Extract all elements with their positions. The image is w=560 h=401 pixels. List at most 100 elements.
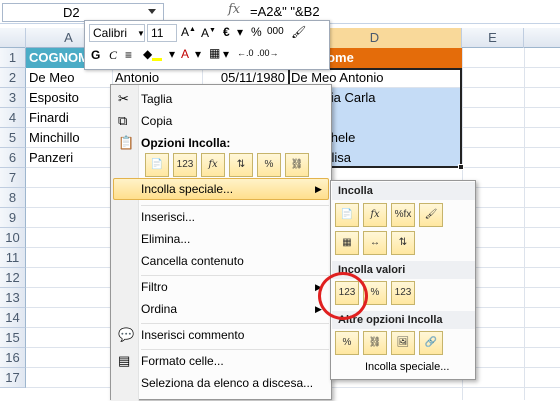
- increase-decimal-icon[interactable]: ←.0: [237, 48, 254, 58]
- row-header[interactable]: 6: [0, 148, 26, 168]
- menu-item-format-cells[interactable]: Formato celle...: [141, 351, 224, 371]
- font-color-dropdown-icon[interactable]: ▾: [195, 47, 201, 61]
- paste-link-icon[interactable]: ⛓: [285, 153, 309, 177]
- bold-button[interactable]: G: [91, 48, 100, 62]
- cell-a[interactable]: [26, 168, 112, 188]
- row-header[interactable]: 2: [0, 68, 26, 88]
- no-borders-icon[interactable]: ▦: [335, 231, 359, 255]
- chevron-down-icon[interactable]: ▼: [137, 29, 145, 38]
- row-header[interactable]: 16: [0, 348, 26, 368]
- paste-icon[interactable]: 📄: [335, 203, 359, 227]
- formula-input[interactable]: =A2&" "&B2: [250, 4, 320, 19]
- decrease-decimal-icon[interactable]: .00→: [257, 48, 279, 58]
- fx-icon[interactable]: fx: [228, 2, 246, 22]
- row-header[interactable]: 15: [0, 328, 26, 348]
- menu-item-copy[interactable]: Copia: [141, 111, 172, 131]
- row-header[interactable]: 9: [0, 208, 26, 228]
- select-all-corner[interactable]: [0, 28, 26, 48]
- menu-item-delete[interactable]: Elimina...: [141, 229, 190, 249]
- menu-item-filter[interactable]: Filtro: [141, 277, 168, 297]
- cell-a[interactable]: [26, 308, 112, 328]
- cell-e[interactable]: [462, 48, 524, 68]
- row-header[interactable]: 10: [0, 228, 26, 248]
- cell-a[interactable]: [26, 348, 112, 368]
- menu-item-clear[interactable]: Cancella contenuto: [141, 251, 244, 271]
- cell-e[interactable]: [462, 128, 524, 148]
- grow-font-icon[interactable]: A▲: [181, 25, 196, 39]
- column-header-f[interactable]: [524, 28, 560, 48]
- menu-item-insert-comment[interactable]: Inserisci commento: [141, 325, 244, 345]
- submenu-item-paste-special[interactable]: Incolla speciale...: [365, 357, 449, 377]
- borders-dropdown-icon[interactable]: ▾: [223, 47, 229, 61]
- row-header[interactable]: 3: [0, 88, 26, 108]
- paste-icon[interactable]: 📄: [145, 153, 169, 177]
- paste-values-icon[interactable]: 123: [173, 153, 197, 177]
- percent-button[interactable]: %: [251, 25, 262, 39]
- cell-a[interactable]: [26, 368, 112, 388]
- column-header-e[interactable]: E: [462, 28, 524, 48]
- menu-item-pick-list[interactable]: Seleziona da elenco a discesa...: [141, 373, 313, 393]
- borders-icon[interactable]: ▦: [209, 46, 220, 60]
- cell-a[interactable]: [26, 188, 112, 208]
- cell-a[interactable]: Panzeri: [26, 148, 112, 168]
- row-header[interactable]: 17: [0, 368, 26, 388]
- clipboard-icon: 📋: [118, 135, 135, 150]
- cell-a[interactable]: Minchillo: [26, 128, 112, 148]
- cell-a[interactable]: Esposito: [26, 88, 112, 108]
- row-header[interactable]: 13: [0, 288, 26, 308]
- align-center-icon[interactable]: ≡: [125, 48, 132, 62]
- paste-transpose-icon[interactable]: ⇅: [229, 153, 253, 177]
- menu-item-sort[interactable]: Ordina: [141, 299, 177, 319]
- font-color-icon[interactable]: A: [181, 47, 189, 61]
- cell-a[interactable]: [26, 208, 112, 228]
- currency-icon[interactable]: €: [223, 25, 230, 39]
- cell-e[interactable]: [462, 108, 524, 128]
- cell-a[interactable]: [26, 268, 112, 288]
- formulas-number-format-icon[interactable]: %fx: [391, 203, 415, 227]
- row-header[interactable]: 14: [0, 308, 26, 328]
- submenu-header-paste: Incolla: [332, 182, 475, 200]
- row-header[interactable]: 4: [0, 108, 26, 128]
- cell-a[interactable]: De Meo: [26, 68, 112, 88]
- font-size-select[interactable]: 11: [147, 24, 177, 42]
- fill-handle[interactable]: [458, 164, 464, 170]
- row-header[interactable]: 8: [0, 188, 26, 208]
- cell-a[interactable]: [26, 328, 112, 348]
- row-header[interactable]: 12: [0, 268, 26, 288]
- linked-picture-icon[interactable]: 🔗: [419, 331, 443, 355]
- cell-e[interactable]: [462, 68, 524, 88]
- formatting-icon[interactable]: %: [335, 331, 359, 355]
- shrink-font-icon[interactable]: A▼: [201, 26, 216, 40]
- cell-a[interactable]: Finardi: [26, 108, 112, 128]
- cell-a[interactable]: [26, 228, 112, 248]
- annotation-circle: [318, 272, 368, 320]
- italic-button[interactable]: C: [109, 48, 117, 63]
- cell-a[interactable]: [26, 248, 112, 268]
- fill-dropdown-icon[interactable]: ▾: [169, 47, 175, 61]
- row-header[interactable]: 11: [0, 248, 26, 268]
- keep-source-formatting-icon[interactable]: 🖌: [419, 203, 443, 227]
- paste-formatting-icon[interactable]: %: [257, 153, 281, 177]
- comment-icon: 💬: [118, 327, 135, 342]
- thousands-button[interactable]: 000: [267, 26, 284, 37]
- row-header[interactable]: 5: [0, 128, 26, 148]
- menu-item-cut[interactable]: Taglia: [141, 89, 172, 109]
- values-source-format-icon[interactable]: 123: [391, 281, 415, 305]
- fill-color-icon[interactable]: ◆: [143, 47, 163, 61]
- menu-item-paste-special[interactable]: Incolla speciale...: [141, 179, 233, 199]
- cell-a[interactable]: [26, 288, 112, 308]
- formulas-icon[interactable]: fx: [363, 203, 387, 227]
- row-header[interactable]: 7: [0, 168, 26, 188]
- keep-column-widths-icon[interactable]: ↔: [363, 231, 387, 255]
- currency-dropdown-icon[interactable]: ▾: [237, 25, 243, 39]
- menu-item-insert[interactable]: Inserisci...: [141, 207, 195, 227]
- row-header[interactable]: 1: [0, 48, 26, 68]
- format-painter-icon[interactable]: 🖌: [291, 25, 306, 39]
- cell-e[interactable]: [462, 148, 524, 168]
- paste-link-icon[interactable]: ⛓: [363, 331, 387, 355]
- paste-formulas-icon[interactable]: fx: [201, 153, 225, 177]
- chevron-down-icon[interactable]: [148, 9, 156, 14]
- picture-icon[interactable]: 🖼: [391, 331, 415, 355]
- transpose-icon[interactable]: ⇅: [391, 231, 415, 255]
- cell-e[interactable]: [462, 88, 524, 108]
